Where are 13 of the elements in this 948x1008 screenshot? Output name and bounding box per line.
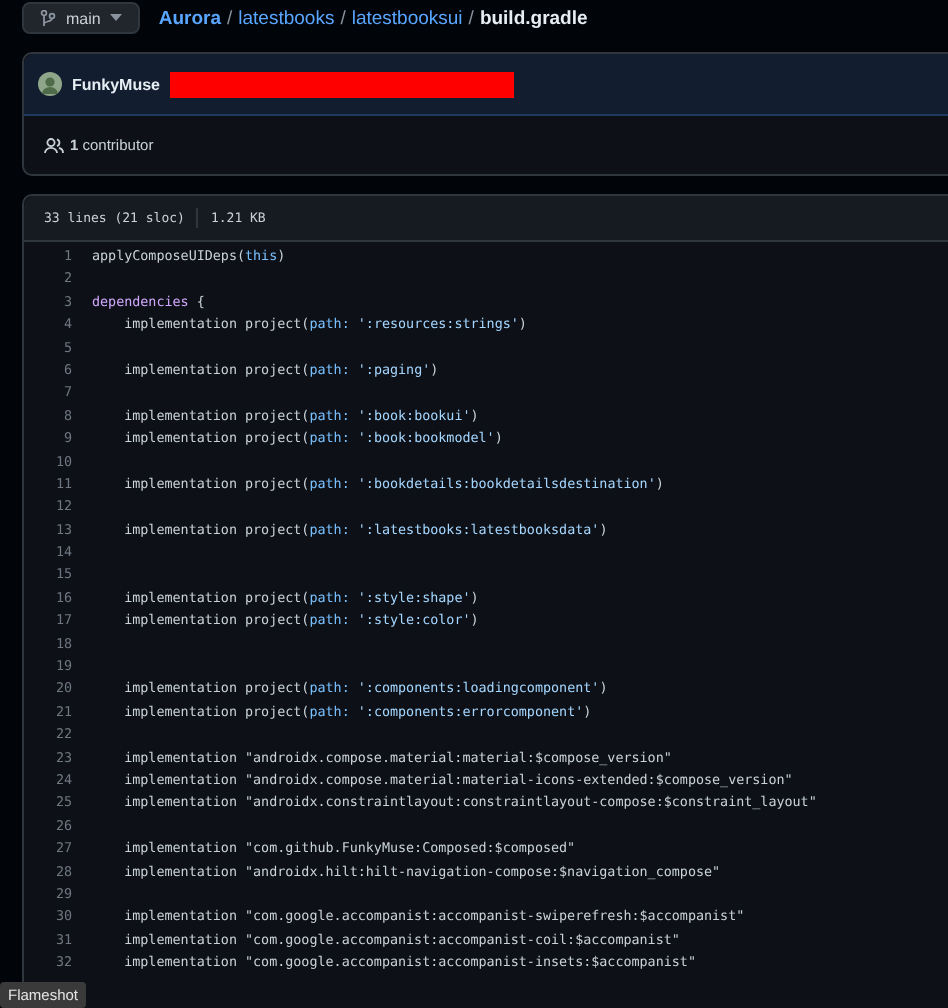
avatar-icon — [38, 72, 62, 96]
branch-button[interactable]: main — [22, 2, 141, 34]
file-name: build.gradle — [479, 7, 588, 29]
path-separator: / — [227, 7, 233, 29]
path-separator: / — [468, 7, 474, 29]
path-separator: / — [340, 7, 346, 29]
caret-icon — [110, 14, 123, 22]
author-link[interactable]: FunkyMuse — [72, 75, 161, 93]
breadcrumb-link[interactable]: latestbooksui — [351, 7, 463, 29]
people-icon — [44, 137, 64, 153]
branch-icon — [40, 9, 56, 27]
breadcrumb-link[interactable]: Aurora — [158, 7, 221, 29]
breadcrumb-link[interactable]: latestbooks — [238, 7, 335, 29]
